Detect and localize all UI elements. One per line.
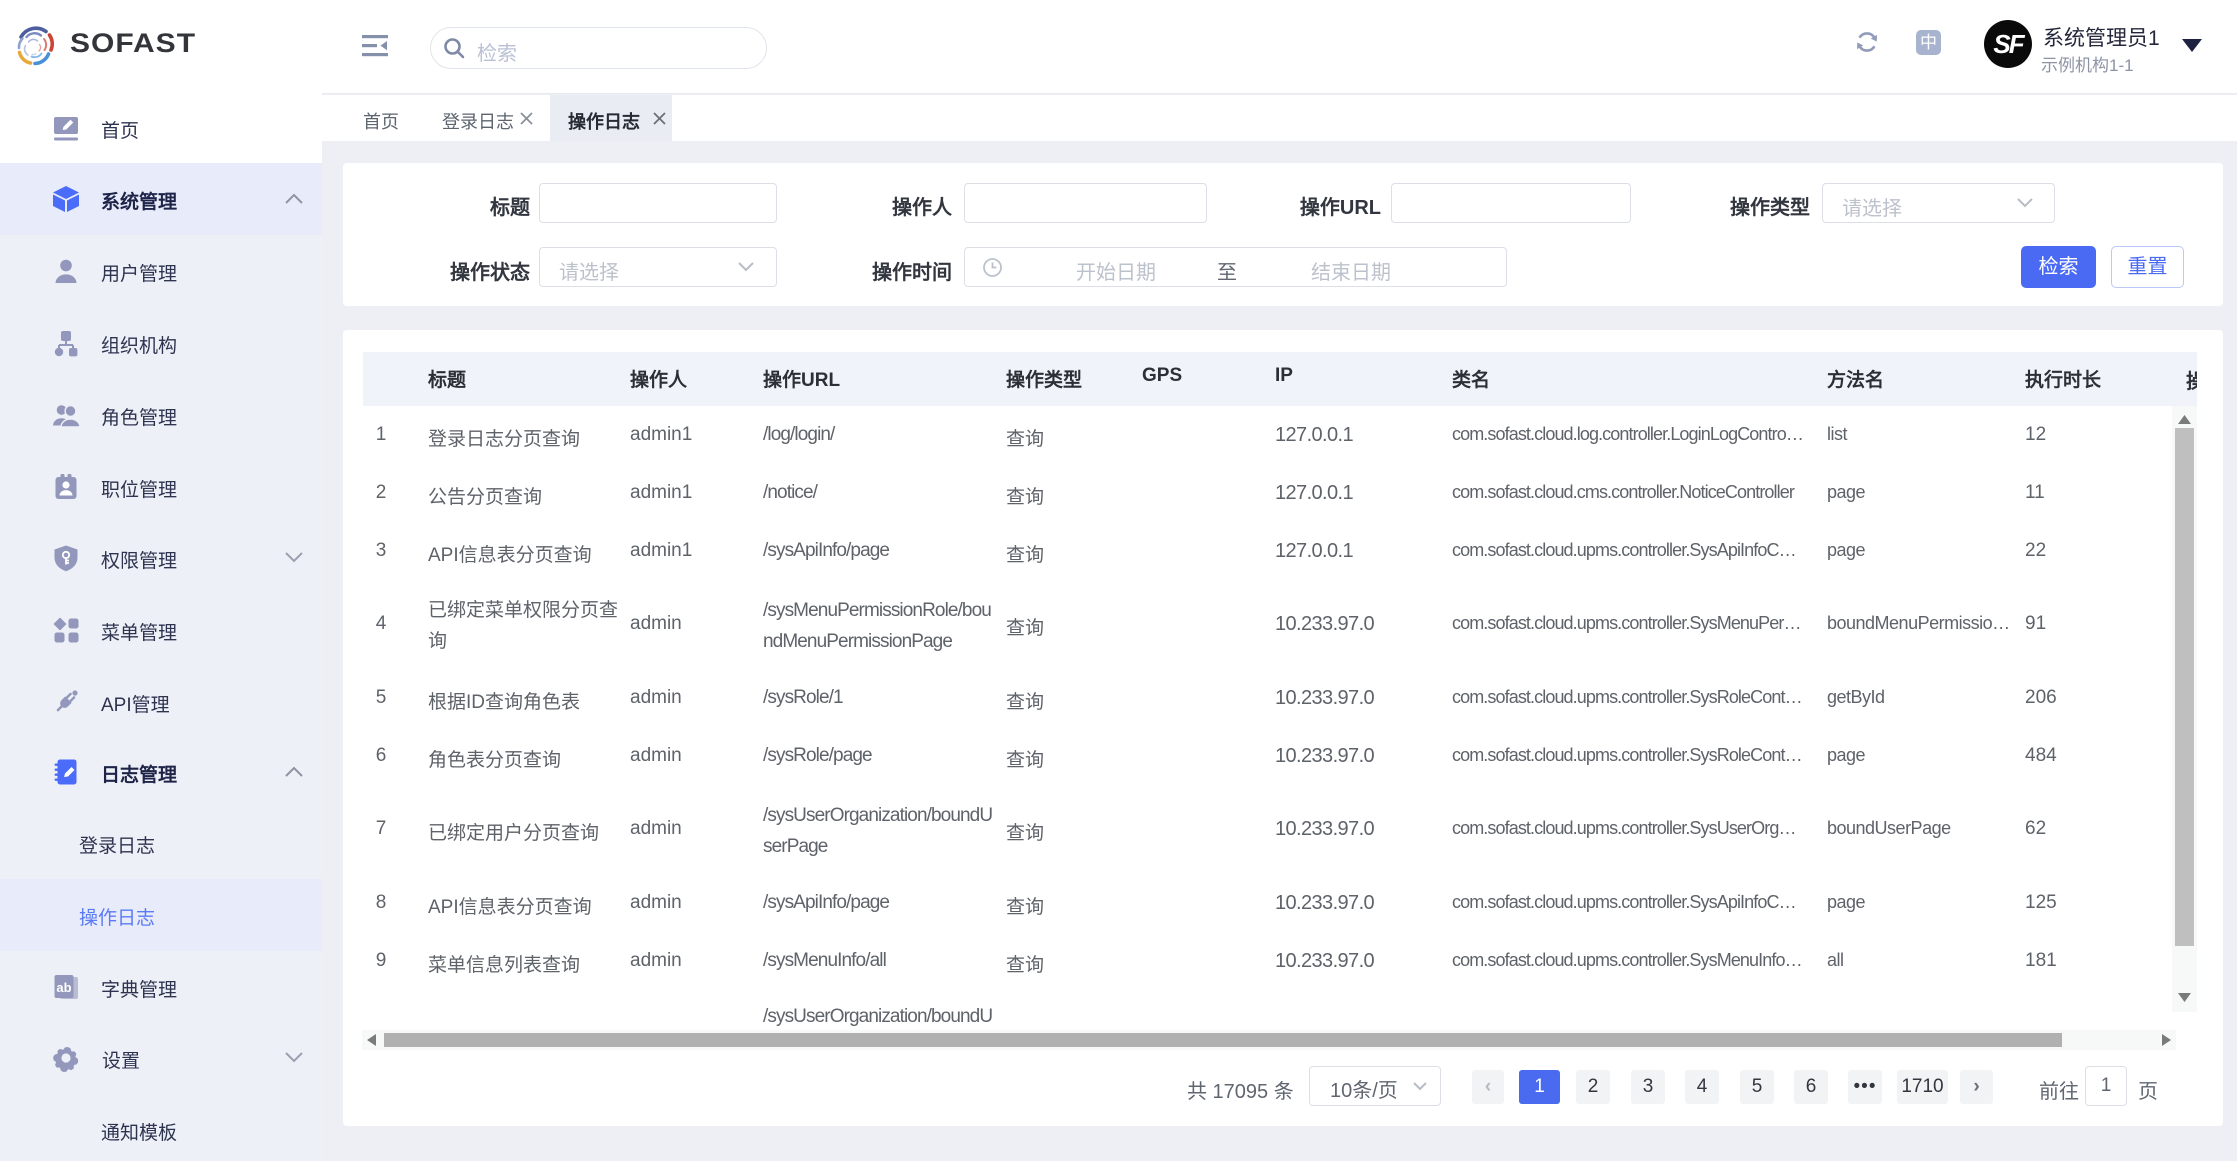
svg-text:ab: ab [56,980,71,995]
